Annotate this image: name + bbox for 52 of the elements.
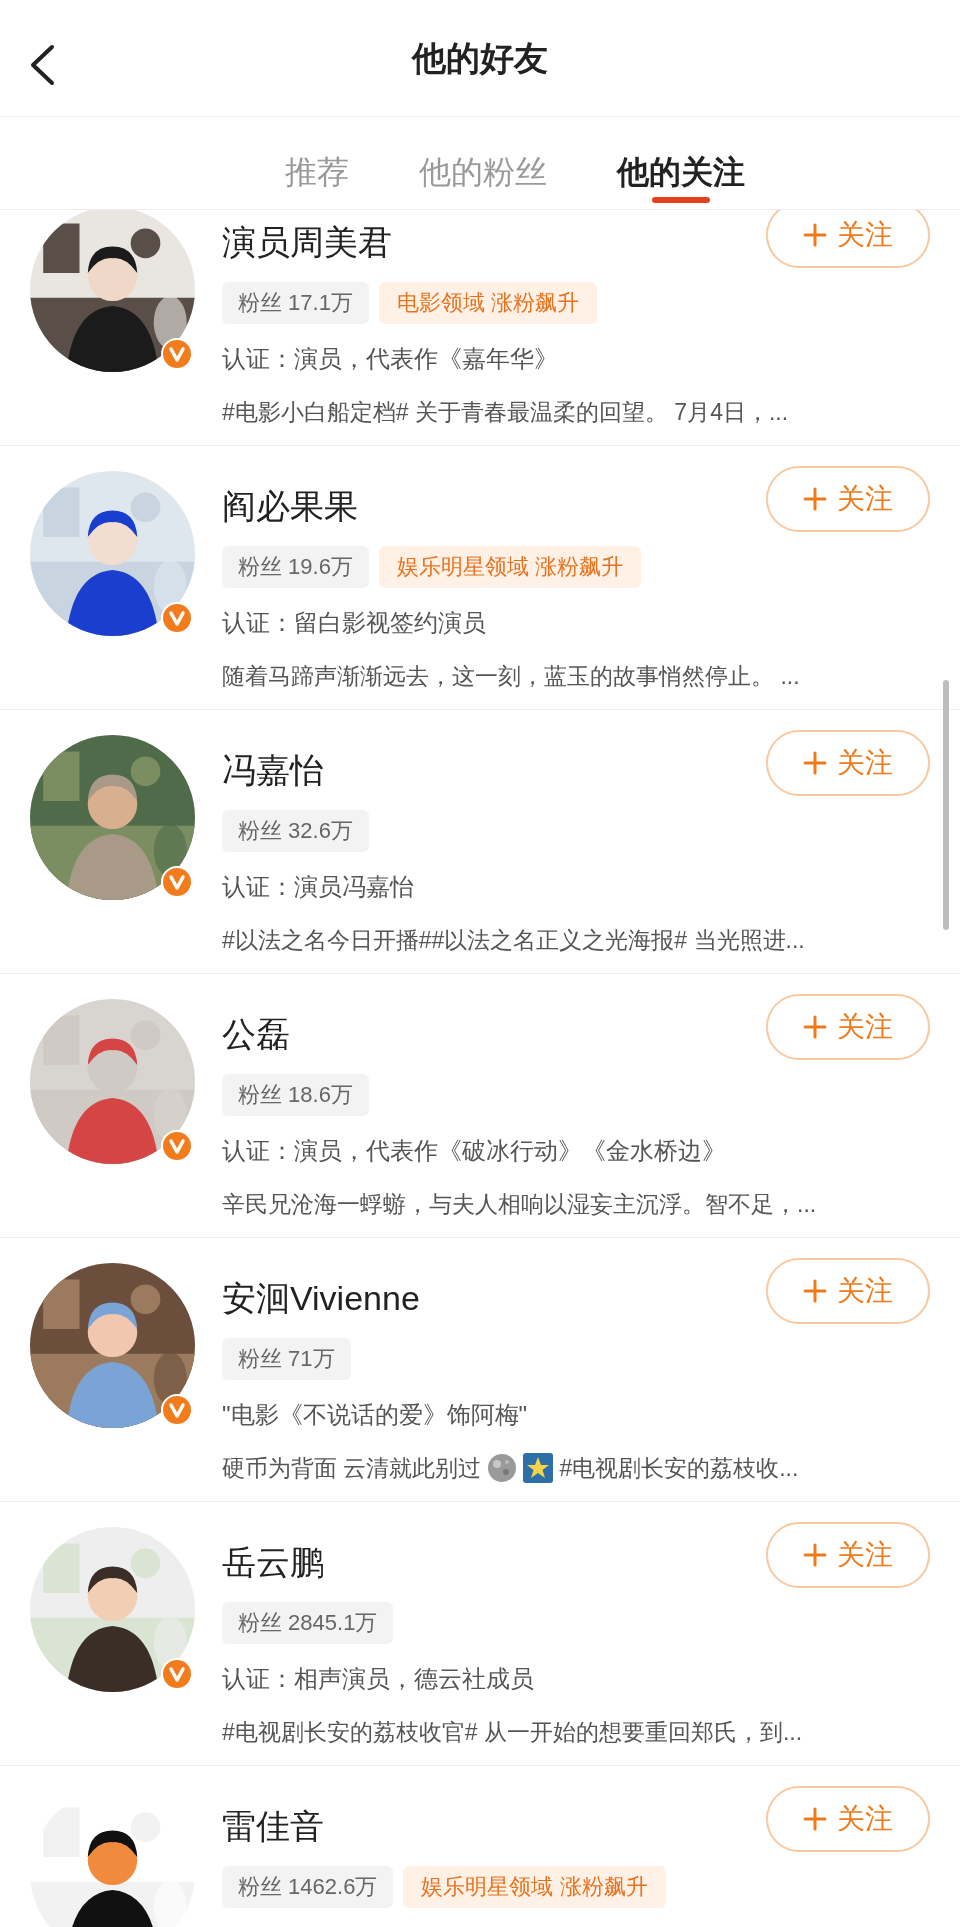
plus-icon: [803, 1279, 827, 1303]
plus-icon: [803, 751, 827, 775]
description-text: #以法之名今日开播##以法之名正义之光海报# 当光照进...: [222, 926, 805, 955]
trend-tag: 娱乐明星领域 涨粉飙升: [403, 1866, 666, 1908]
tab[interactable]: 推荐: [285, 117, 349, 209]
fan-count: 粉丝 18.6万: [222, 1074, 369, 1116]
follow-button[interactable]: 关注: [766, 1522, 930, 1588]
certification-text: 认证：留白影视签约演员: [222, 608, 487, 638]
fan-count: 粉丝 2845.1万: [222, 1602, 394, 1644]
certification-text: 认证：演员冯嘉怡: [222, 872, 415, 902]
fan-count: 粉丝 19.6万: [222, 546, 369, 588]
tab[interactable]: 他的粉丝: [419, 117, 547, 209]
user-name[interactable]: 阎必果果: [222, 486, 358, 526]
description-text: 辛民兄沧海一蜉蝣，与夫人相响以湿妄主沉浮。智不足，...: [222, 1190, 817, 1219]
plus-icon: [803, 223, 827, 247]
description-text: 硬币为背面 云清就此别过: [222, 1454, 482, 1483]
description-text: #电视剧长安的荔枝收官# 从一开始的想要重回郑氏，到...: [222, 1718, 803, 1747]
description-text: 随着马蹄声渐渐远去，这一刻，蓝玉的故事悄然停止。 ...: [222, 662, 800, 691]
moon-icon: [487, 1453, 518, 1483]
user-name[interactable]: 安洄Vivienne: [222, 1278, 420, 1318]
trend-tag: 娱乐明星领域 涨粉飙升: [378, 546, 642, 588]
page-title: 他的好友: [412, 37, 548, 79]
certification-text: "电影《不说话的爱》饰阿梅": [222, 1400, 529, 1430]
user-name[interactable]: 公磊: [222, 1014, 290, 1054]
plus-icon: [803, 1015, 827, 1039]
follow-button[interactable]: 关注: [766, 1258, 930, 1324]
certification-text: 认证：相声演员，德云社成员: [222, 1664, 535, 1694]
follow-button[interactable]: 关注: [766, 210, 930, 268]
fan-count: 粉丝 17.1万: [222, 282, 369, 324]
description-text: #电影小白船定档# 关于青春最温柔的回望。 7月4日，...: [222, 398, 789, 427]
fan-count: 粉丝 32.6万: [222, 810, 369, 852]
user-name[interactable]: 岳云鹏: [222, 1542, 324, 1582]
plus-icon: [803, 487, 827, 511]
plus-icon: [803, 1807, 827, 1831]
plus-icon: [803, 1543, 827, 1567]
follow-button[interactable]: 关注: [766, 1786, 930, 1852]
description-text: #电视剧长安的荔枝收...: [559, 1454, 799, 1483]
follow-button[interactable]: 关注: [766, 994, 930, 1060]
follow-button[interactable]: 关注: [766, 466, 930, 532]
back-icon[interactable]: [28, 44, 56, 86]
user-name[interactable]: 演员周美君: [222, 222, 392, 262]
trend-tag: 电影领域 涨粉飙升: [378, 282, 598, 324]
certification-text: 认证：演员，代表作《破冰行动》《金水桥边》: [222, 1136, 727, 1166]
user-name[interactable]: 雷佳音: [222, 1806, 324, 1846]
fan-count: 粉丝 71万: [222, 1338, 351, 1380]
follow-button[interactable]: 关注: [766, 730, 930, 796]
user-name[interactable]: 冯嘉怡: [222, 750, 324, 790]
tab-underline: [652, 197, 710, 203]
scrollbar[interactable]: [943, 680, 949, 930]
fan-count: 粉丝 1462.6万: [222, 1866, 394, 1908]
certification-text: 认证：演员，代表作《嘉年华》: [222, 344, 559, 374]
tab[interactable]: 他的关注: [617, 117, 745, 209]
